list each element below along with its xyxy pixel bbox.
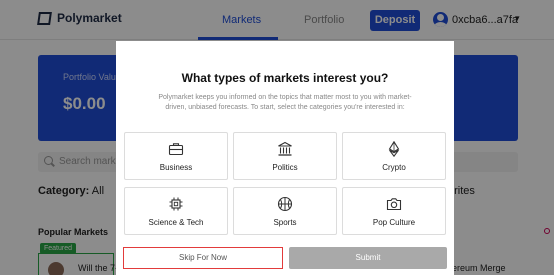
category-label-pop-culture: Pop Culture bbox=[372, 218, 416, 227]
category-label-business: Business bbox=[159, 163, 193, 172]
category-tile-politics[interactable]: Politics bbox=[233, 132, 337, 180]
skip-for-now-button[interactable]: Skip For Now bbox=[123, 247, 283, 269]
briefcase-icon bbox=[168, 143, 184, 156]
chip-icon bbox=[169, 197, 183, 211]
ethereum-icon bbox=[388, 141, 400, 157]
camera-icon bbox=[386, 198, 402, 211]
submit-button[interactable]: Submit bbox=[289, 247, 447, 269]
category-tile-science-tech[interactable]: Science & Tech bbox=[124, 187, 228, 235]
category-tile-sports[interactable]: Sports bbox=[233, 187, 337, 235]
modal-description: Polymarket keeps you informed on the top… bbox=[158, 94, 412, 111]
modal-title: What types of markets interest you? bbox=[181, 71, 389, 85]
category-label-sports: Sports bbox=[273, 218, 297, 227]
interest-modal: What types of markets interest you? Poly… bbox=[116, 41, 454, 275]
category-label-crypto: Crypto bbox=[382, 163, 406, 172]
basketball-icon bbox=[277, 196, 293, 212]
category-tile-business[interactable]: Business bbox=[124, 132, 228, 180]
category-tile-pop-culture[interactable]: Pop Culture bbox=[342, 187, 446, 235]
category-tile-crypto[interactable]: Crypto bbox=[342, 132, 446, 180]
category-label-science-tech: Science & Tech bbox=[148, 218, 204, 227]
government-building-icon bbox=[278, 141, 292, 156]
category-label-politics: Politics bbox=[272, 163, 298, 172]
